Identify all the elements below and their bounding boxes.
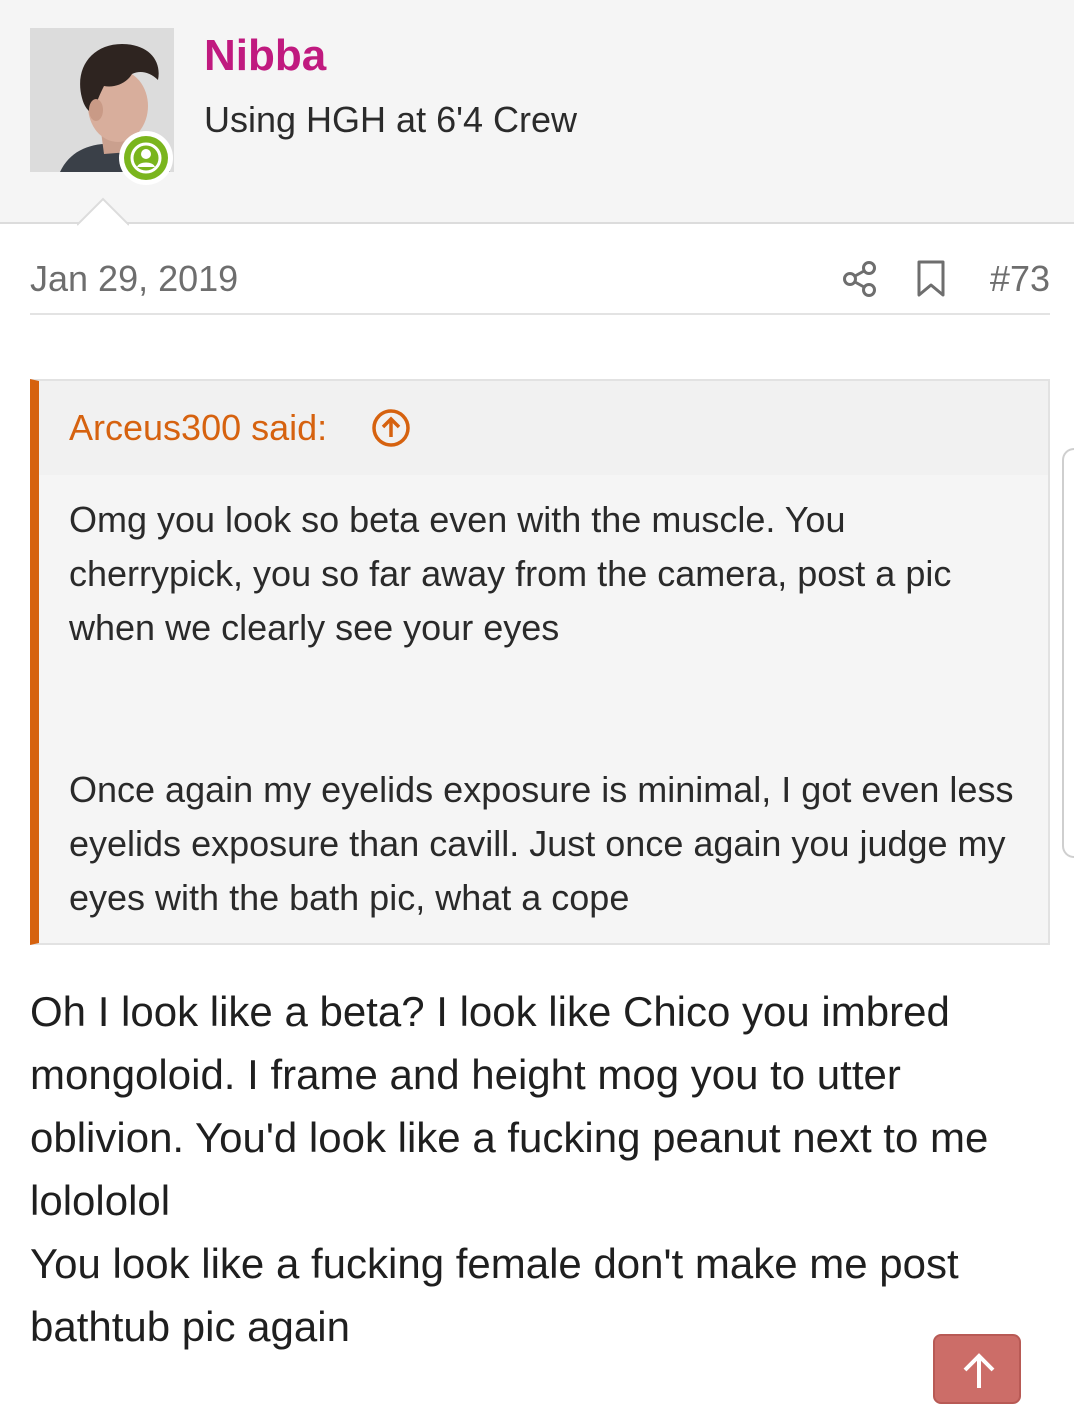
user-title: Using HGH at 6'4 Crew: [204, 99, 577, 140]
quote-content: Omg you look so beta even with the muscl…: [69, 493, 1029, 925]
post-meta-row: Jan 29, 2019 #73: [30, 256, 1050, 302]
header-pointer-notch: [77, 197, 129, 226]
post-paragraph: Oh I look like a beta? I look like Chico…: [30, 988, 989, 1224]
side-scroll-handle[interactable]: [1062, 448, 1074, 858]
arrow-up-icon: [963, 1353, 995, 1388]
share-icon[interactable]: [842, 260, 878, 298]
user-online-icon: [130, 142, 162, 174]
arrow-up-circle-icon[interactable]: [371, 408, 411, 448]
post-date-link[interactable]: Jan 29, 2019: [30, 256, 238, 302]
bookmark-icon[interactable]: [916, 260, 946, 298]
post-content: Oh I look like a beta? I look like Chico…: [30, 980, 1050, 1358]
username-link[interactable]: Nibba: [204, 30, 326, 82]
message-user-header: Nibba Using HGH at 6'4 Crew: [0, 0, 1074, 224]
quote-block: Arceus300 said: Omg you look so beta eve…: [30, 379, 1050, 945]
post-number-link[interactable]: #73: [990, 256, 1050, 302]
scroll-to-top-button[interactable]: [933, 1334, 1021, 1404]
user-online-badge: [119, 131, 173, 185]
quote-paragraph: Once again my eyelids exposure is minima…: [69, 769, 1014, 918]
meta-divider: [30, 313, 1050, 315]
quote-paragraph: Omg you look so beta even with the muscl…: [69, 499, 952, 648]
post-paragraph: You look like a fucking female don't mak…: [30, 1240, 959, 1350]
quote-header: Arceus300 said:: [39, 381, 1048, 475]
quote-author-link[interactable]: Arceus300 said:: [69, 405, 327, 451]
